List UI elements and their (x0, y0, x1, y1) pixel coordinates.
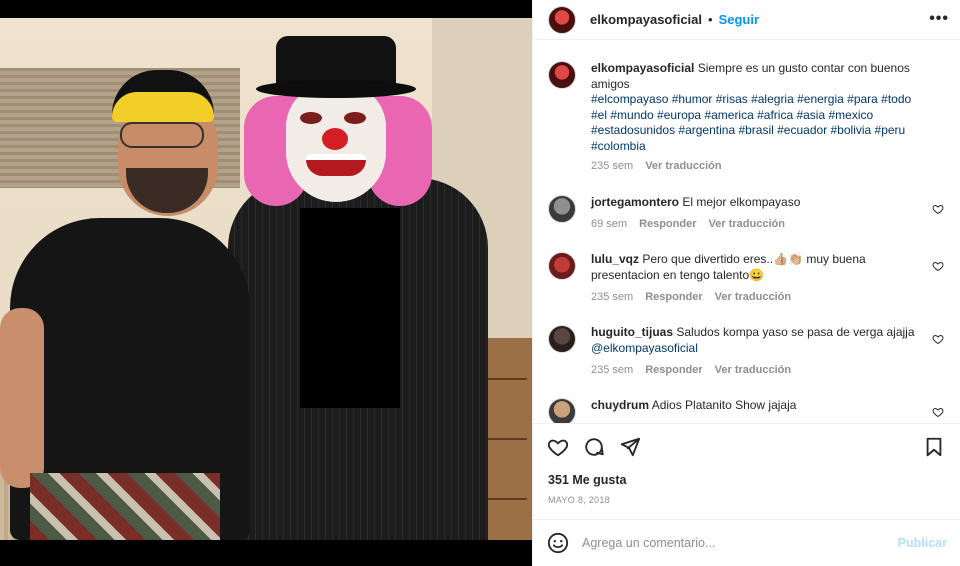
heart-icon[interactable] (932, 406, 944, 418)
paper-plane-icon[interactable] (619, 436, 641, 458)
translate-link[interactable]: Ver traducción (645, 160, 721, 172)
comment-meta: 235 sem Responder Ver traducción (591, 364, 791, 376)
commenter-avatar[interactable] (548, 325, 576, 353)
follow-button[interactable]: Seguir (719, 12, 759, 27)
caption-hashtags[interactable]: #elcompayaso #humor #risas #alegria #ene… (591, 92, 911, 153)
caption-meta: 235 sem Ver traducción (591, 160, 722, 172)
translate-link[interactable]: Ver traducción (709, 218, 785, 230)
camo-shorts (30, 473, 220, 540)
action-bar: 351 Me gusta MAYO 8, 2018 (533, 423, 960, 519)
caption-body: elkompayasoficial Siempre es un gusto co… (591, 61, 929, 154)
comment-text: Adios Platanito Show jajaja (651, 398, 797, 412)
comment-username[interactable]: chuydrum (591, 398, 649, 412)
add-comment-bar: Publicar (533, 519, 960, 566)
reply-button[interactable]: Responder (645, 291, 702, 303)
comment-time[interactable]: 235 sem (591, 291, 633, 303)
separator-dot: • (708, 12, 713, 27)
comment-body: jortegamontero El mejor elkompayaso (591, 195, 929, 211)
instagram-post-view: elkompayasoficial • Seguir ••• elkompaya… (0, 0, 960, 566)
top-hat (276, 36, 396, 86)
more-icon[interactable]: ••• (929, 10, 949, 28)
comment-time[interactable]: 69 sem (591, 218, 627, 230)
comment-body: huguito_tijuas Saludos kompa yaso se pas… (591, 325, 929, 356)
comment-body: lulu_vqz Pero que divertido eres..👍🏼👏🏼 m… (591, 252, 929, 283)
action-icons (547, 436, 641, 458)
clown-mouth (306, 154, 366, 176)
comment-meta: 69 sem Responder Ver traducción (591, 218, 785, 230)
man-glasses (120, 122, 204, 148)
comment-icon[interactable] (583, 436, 605, 458)
clown-nose (322, 128, 348, 150)
clown-shirt (300, 208, 400, 408)
caption-time[interactable]: 235 sem (591, 160, 633, 172)
comments-list[interactable]: elkompayasoficial Siempre es un gusto co… (533, 41, 960, 423)
photo-scene (0, 18, 532, 540)
post-sidebar: elkompayasoficial • Seguir ••• elkompaya… (532, 0, 960, 566)
clown-eye-left (300, 112, 322, 124)
comment-mention[interactable]: @elkompayasoficial (591, 341, 698, 355)
likes-count[interactable]: 351 Me gusta (548, 473, 627, 487)
post-date: MAYO 8, 2018 (548, 495, 610, 505)
translate-link[interactable]: Ver traducción (715, 364, 791, 376)
emoji-icon[interactable] (547, 532, 569, 554)
top-hat-brim (256, 80, 416, 98)
author-avatar[interactable] (548, 61, 576, 89)
commenter-avatar[interactable] (548, 252, 576, 280)
heart-icon[interactable] (932, 333, 944, 345)
man-cap-brim (112, 92, 214, 122)
post-photo[interactable] (0, 0, 532, 566)
comment-username[interactable]: huguito_tijuas (591, 325, 673, 339)
man-arm (0, 308, 44, 488)
commenter-avatar[interactable] (548, 195, 576, 223)
comment-input[interactable] (582, 536, 898, 550)
heart-icon[interactable] (932, 260, 944, 272)
post-header: elkompayasoficial • Seguir ••• (533, 0, 960, 40)
author-username[interactable]: elkompayasoficial (590, 12, 702, 27)
clown-eye-right (344, 112, 366, 124)
reply-button[interactable]: Responder (645, 364, 702, 376)
comment-body: chuydrum Adios Platanito Show jajaja (591, 398, 929, 414)
comment-text: Saludos kompa yaso se pasa de verga ajaj… (676, 325, 915, 339)
reply-button[interactable]: Responder (639, 218, 696, 230)
caption-username[interactable]: elkompayasoficial (591, 61, 694, 75)
publish-button[interactable]: Publicar (898, 536, 947, 550)
comment-username[interactable]: jortegamontero (591, 195, 679, 209)
comment-text: El mejor elkompayaso (682, 195, 801, 209)
heart-icon[interactable] (547, 436, 569, 458)
comment-time[interactable]: 235 sem (591, 364, 633, 376)
bookmark-icon[interactable] (923, 436, 945, 458)
author-avatar[interactable] (548, 5, 576, 34)
comment-meta: 235 sem Responder Ver traducción (591, 291, 791, 303)
comment-username[interactable]: lulu_vqz (591, 252, 639, 266)
translate-link[interactable]: Ver traducción (715, 291, 791, 303)
commenter-avatar[interactable] (548, 398, 576, 423)
heart-icon[interactable] (932, 203, 944, 215)
